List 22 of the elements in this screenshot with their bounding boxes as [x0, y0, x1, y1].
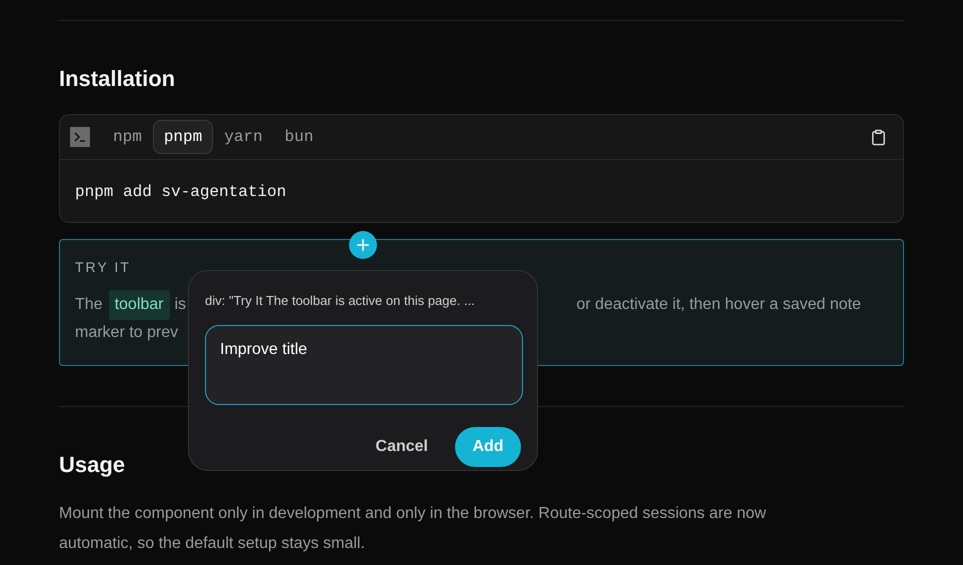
try-it-label: TRY IT [75, 258, 132, 277]
package-manager-tab[interactable]: bun [274, 120, 324, 154]
try-it-text: or deactivate it, then hover a saved note [576, 295, 862, 315]
terminal-icon [70, 127, 90, 147]
cancel-button[interactable]: Cancel [376, 434, 428, 458]
plus-icon [354, 236, 372, 254]
section-heading: Installation [59, 65, 176, 93]
usage-text: Mount the component only in development and only in the browser. Route-scoped sessions are now automatic, so the default setup stays small. [59, 504, 768, 554]
section-heading: Usage [59, 451, 126, 479]
try-it-text: is [174, 295, 186, 315]
target-element-label: div: "Try It The toolbar is active on this page. ... [205, 292, 476, 310]
add-marker[interactable] [349, 231, 377, 259]
comment-field[interactable]: Improve title [205, 324, 523, 404]
install-command: pnpm add sv-agentation [74, 182, 288, 203]
try-it-text: marker to prev [75, 323, 178, 343]
package-manager-tab[interactable]: yarn [213, 120, 274, 154]
package-manager-tab[interactable]: npm [102, 120, 153, 154]
copy-button[interactable] [870, 128, 887, 146]
try-it-text: The [75, 295, 103, 315]
clipboard-icon [870, 128, 887, 146]
package-manager-tab[interactable]: pnpm [152, 120, 214, 154]
highlighted-word: toolbar [108, 290, 170, 320]
